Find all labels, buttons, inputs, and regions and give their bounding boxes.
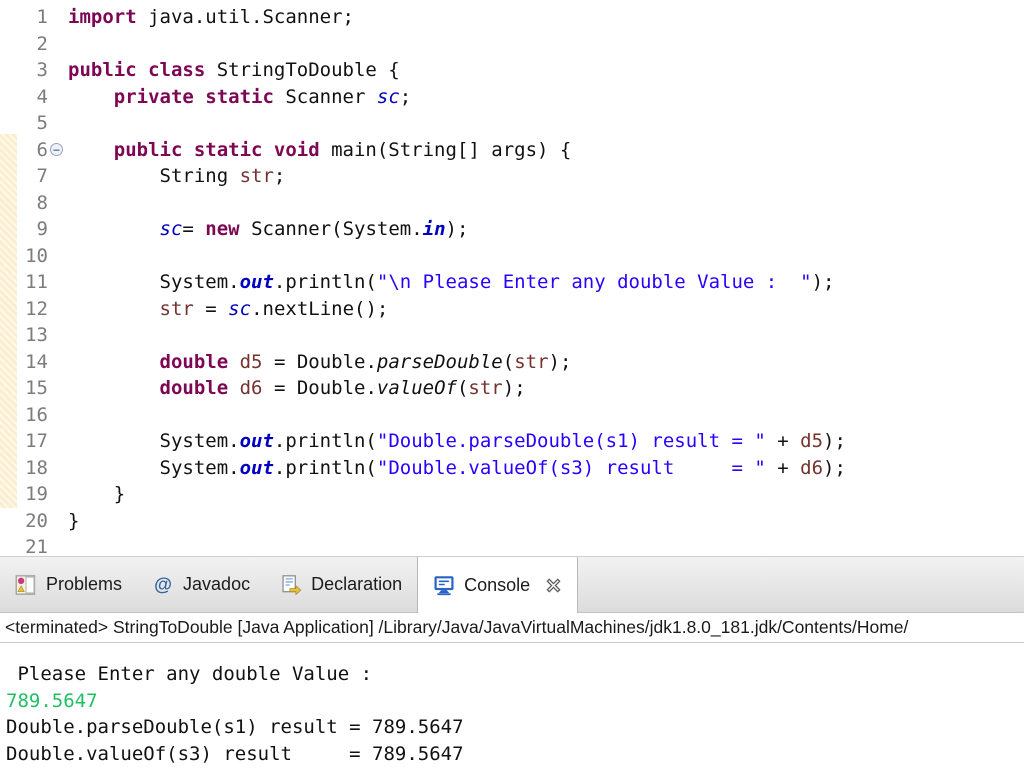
code-line[interactable]: import java.util.Scanner;	[68, 4, 846, 31]
line-number[interactable]: 16	[0, 402, 66, 429]
view-tab-bar: Problems @ Javadoc Declaration	[0, 556, 1024, 613]
line-number[interactable]: 1	[0, 4, 66, 31]
line-number[interactable]: 11	[0, 269, 66, 296]
line-number-gutter[interactable]: 123456−789101112131415161718192021	[0, 4, 66, 556]
line-number[interactable]: 18	[0, 455, 66, 482]
code-line[interactable]: double d6 = Double.valueOf(str);	[68, 375, 846, 402]
code-line[interactable]	[68, 243, 846, 270]
line-number[interactable]: 14	[0, 349, 66, 376]
code-line[interactable]: str = sc.nextLine();	[68, 296, 846, 323]
tab-javadoc[interactable]: @ Javadoc	[137, 557, 265, 612]
console-line: 789.5647	[6, 688, 464, 715]
console-line: Double.valueOf(s3) result = 789.5647	[6, 741, 464, 768]
code-line[interactable]: }	[68, 508, 846, 535]
console-output[interactable]: Please Enter any double Value : 789.5647…	[0, 643, 1024, 770]
line-number[interactable]: 2	[0, 31, 66, 58]
svg-text:@: @	[154, 574, 172, 595]
tab-label: Problems	[46, 574, 122, 595]
line-number[interactable]: 5	[0, 110, 66, 137]
line-number[interactable]: 15	[0, 375, 66, 402]
line-number[interactable]: 8	[0, 190, 66, 217]
code-line[interactable]: private static Scanner sc;	[68, 84, 846, 111]
line-number[interactable]: 21	[0, 534, 66, 556]
code-line[interactable]: System.out.println("Double.parseDouble(s…	[68, 428, 846, 455]
tab-label: Javadoc	[183, 574, 250, 595]
line-number[interactable]: 9	[0, 216, 66, 243]
line-number[interactable]: 17	[0, 428, 66, 455]
tab-declaration[interactable]: Declaration	[265, 557, 417, 612]
code-line[interactable]	[68, 534, 846, 556]
code-line[interactable]: public static void main(String[] args) {	[68, 137, 846, 164]
code-line[interactable]	[68, 322, 846, 349]
console-line: Please Enter any double Value :	[6, 661, 464, 688]
tab-label: Declaration	[311, 574, 402, 595]
line-number[interactable]: 10	[0, 243, 66, 270]
tab-label: Console	[464, 575, 530, 596]
code-line[interactable]: double d5 = Double.parseDouble(str);	[68, 349, 846, 376]
line-number[interactable]: 6−	[0, 137, 66, 164]
close-icon[interactable]	[545, 577, 562, 594]
line-number[interactable]: 4	[0, 84, 66, 111]
line-number[interactable]: 3	[0, 57, 66, 84]
problems-icon	[15, 574, 37, 596]
line-number[interactable]: 7	[0, 163, 66, 190]
code-line[interactable]	[68, 402, 846, 429]
line-number[interactable]: 13	[0, 322, 66, 349]
javadoc-icon: @	[152, 574, 174, 596]
fold-collapse-icon[interactable]: −	[50, 143, 63, 156]
line-number[interactable]: 12	[0, 296, 66, 323]
code-line[interactable]: String str;	[68, 163, 846, 190]
declaration-icon	[280, 574, 302, 596]
code-line[interactable]: System.out.println("\n Please Enter any …	[68, 269, 846, 296]
console-lines: Please Enter any double Value : 789.5647…	[6, 661, 464, 767]
code-line[interactable]	[68, 190, 846, 217]
console-line: Double.parseDouble(s1) result = 789.5647	[6, 714, 464, 741]
tab-console[interactable]: Console	[417, 557, 578, 613]
line-number[interactable]: 20	[0, 508, 66, 535]
code-line[interactable]	[68, 31, 846, 58]
code-editor[interactable]: 123456−789101112131415161718192021 impor…	[0, 0, 1024, 556]
tab-problems[interactable]: Problems	[0, 557, 137, 612]
code-line[interactable]: }	[68, 481, 846, 508]
code-line[interactable]: public class StringToDouble {	[68, 57, 846, 84]
eclipse-window: 123456−789101112131415161718192021 impor…	[0, 0, 1024, 770]
line-number[interactable]: 19	[0, 481, 66, 508]
code-lines[interactable]: import java.util.Scanner; public class St…	[68, 4, 846, 556]
console-icon	[433, 574, 455, 596]
code-line[interactable]	[68, 110, 846, 137]
code-line[interactable]: System.out.println("Double.valueOf(s3) r…	[68, 455, 846, 482]
terminated-status-text: <terminated> StringToDouble [Java Applic…	[5, 617, 908, 638]
code-line[interactable]: sc= new Scanner(System.in);	[68, 216, 846, 243]
console-status-line: <terminated> StringToDouble [Java Applic…	[0, 613, 1024, 643]
